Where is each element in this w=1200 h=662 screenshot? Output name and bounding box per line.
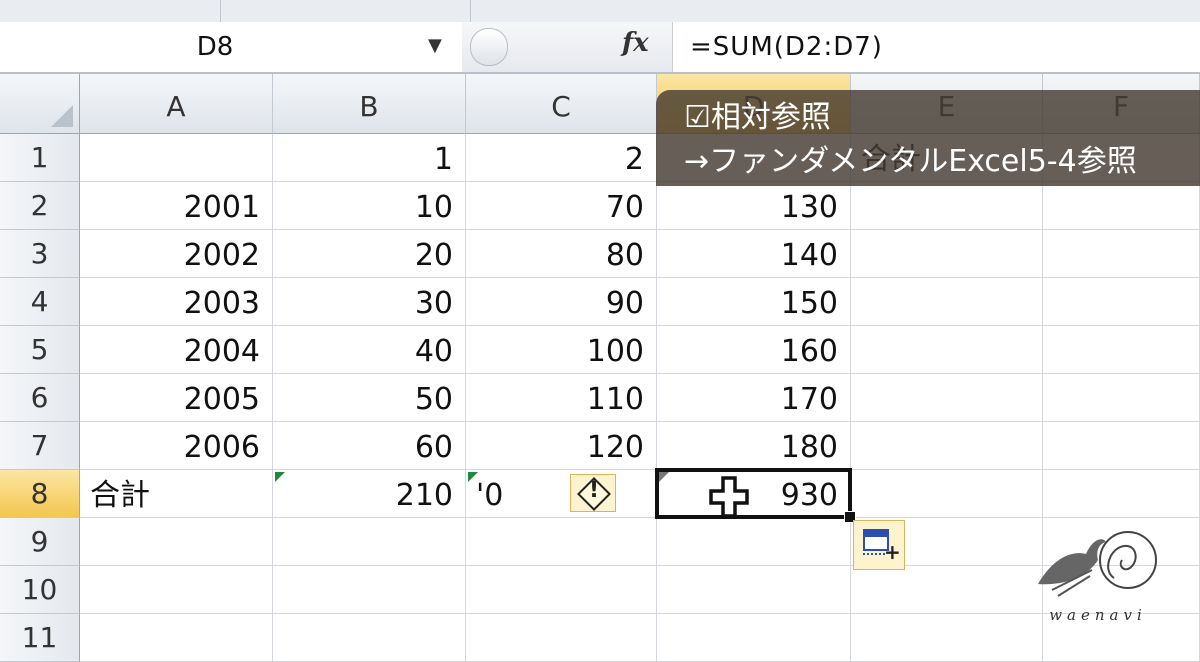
row-header-11[interactable]: 11 — [0, 614, 80, 662]
chevron-down-icon[interactable]: ▼ — [428, 35, 442, 56]
row-header-2[interactable]: 2 — [0, 182, 80, 230]
cell-e5[interactable] — [851, 326, 1043, 374]
cell-d2[interactable]: 130 — [657, 182, 851, 230]
watermark-logo: waenavi — [1018, 520, 1178, 630]
row-header-1[interactable]: 1 — [0, 134, 80, 182]
ribbon-bottom-edge — [0, 0, 1200, 23]
cell-b11[interactable] — [273, 614, 466, 662]
row-header-8[interactable]: 8 — [0, 470, 80, 518]
cell-a10[interactable] — [80, 566, 273, 614]
cell-e2[interactable] — [851, 182, 1043, 230]
cell-f6[interactable] — [1043, 374, 1200, 422]
cell-f4[interactable] — [1043, 278, 1200, 326]
cell-e8[interactable] — [851, 470, 1043, 518]
error-indicator-triangle — [659, 472, 669, 482]
error-indicator-triangle — [468, 472, 478, 482]
select-all-button[interactable] — [0, 74, 80, 134]
select-all-triangle-icon — [51, 105, 73, 127]
cell-f8[interactable] — [1043, 470, 1200, 518]
annotation-line-2: →ファンダメンタルExcel5-4参照 — [684, 144, 1137, 179]
cell-e11[interactable] — [851, 614, 1043, 662]
cell-c6[interactable]: 110 — [466, 374, 657, 422]
ribbon-separator — [220, 0, 221, 22]
cell-a5[interactable]: 2004 — [80, 326, 273, 374]
cell-b8[interactable]: 210 — [273, 470, 466, 518]
cell-f5[interactable] — [1043, 326, 1200, 374]
cell-d11[interactable] — [657, 614, 851, 662]
name-box[interactable]: D8 ▼ — [0, 22, 463, 72]
row-header-5[interactable]: 5 — [0, 326, 80, 374]
cell-f7[interactable] — [1043, 422, 1200, 470]
cell-f3[interactable] — [1043, 230, 1200, 278]
cell-b5[interactable]: 40 — [273, 326, 466, 374]
column-header-c[interactable]: C — [466, 74, 657, 134]
cell-b10[interactable] — [273, 566, 466, 614]
cell-a8[interactable]: 合計 — [80, 470, 273, 518]
cell-a6[interactable]: 2005 — [80, 374, 273, 422]
cell-e3[interactable] — [851, 230, 1043, 278]
error-check-options-button[interactable]: ! — [570, 474, 616, 512]
cell-d6[interactable]: 170 — [657, 374, 851, 422]
cell-b4[interactable]: 30 — [273, 278, 466, 326]
cell-a11[interactable] — [80, 614, 273, 662]
cell-a9[interactable] — [80, 518, 273, 566]
formula-bar: D8 ▼ fx =SUM(D2:D7) — [0, 22, 1200, 74]
annotation-line-1: ☑相対参照 — [684, 100, 831, 135]
resize-grip-icon[interactable] — [470, 28, 508, 66]
cell-b7[interactable]: 60 — [273, 422, 466, 470]
formula-bar-controls: fx — [462, 22, 673, 72]
cell-b1[interactable]: 1 — [273, 134, 466, 182]
cell-e10[interactable] — [851, 566, 1043, 614]
cell-e4[interactable] — [851, 278, 1043, 326]
column-header-b[interactable]: B — [273, 74, 466, 134]
cell-d9[interactable] — [657, 518, 851, 566]
cell-e7[interactable] — [851, 422, 1043, 470]
cell-c3[interactable]: 80 — [466, 230, 657, 278]
cell-a3[interactable]: 2002 — [80, 230, 273, 278]
active-cell-border — [655, 468, 852, 519]
row-header-4[interactable]: 4 — [0, 278, 80, 326]
cell-c5[interactable]: 100 — [466, 326, 657, 374]
ribbon-separator — [470, 0, 471, 22]
insert-function-icon[interactable]: fx — [622, 28, 649, 58]
cell-a4[interactable]: 2003 — [80, 278, 273, 326]
watermark-text: waenavi — [1049, 606, 1147, 624]
formula-input[interactable]: =SUM(D2:D7) — [690, 22, 883, 72]
annotation-overlay: ☑相対参照 →ファンダメンタルExcel5-4参照 — [656, 90, 1200, 186]
cell-b6[interactable]: 50 — [273, 374, 466, 422]
row-header-7[interactable]: 7 — [0, 422, 80, 470]
row-header-10[interactable]: 10 — [0, 566, 80, 614]
crane-logo-icon — [1038, 531, 1157, 597]
cell-b9[interactable] — [273, 518, 466, 566]
name-box-value[interactable]: D8 — [0, 22, 430, 72]
cell-d7[interactable]: 180 — [657, 422, 851, 470]
cell-b3[interactable]: 20 — [273, 230, 466, 278]
cell-d3[interactable]: 140 — [657, 230, 851, 278]
cell-d10[interactable] — [657, 566, 851, 614]
cell-d4[interactable]: 150 — [657, 278, 851, 326]
cell-c8[interactable]: '0 — [466, 470, 657, 518]
row-header-6[interactable]: 6 — [0, 374, 80, 422]
cell-d5[interactable]: 160 — [657, 326, 851, 374]
cell-c10[interactable] — [466, 566, 657, 614]
cell-c7[interactable]: 120 — [466, 422, 657, 470]
cell-select-cursor-icon — [709, 476, 749, 518]
cell-c1[interactable]: 2 — [466, 134, 657, 182]
cell-e6[interactable] — [851, 374, 1043, 422]
error-indicator-triangle — [275, 472, 285, 482]
cell-b2[interactable]: 10 — [273, 182, 466, 230]
row-header-3[interactable]: 3 — [0, 230, 80, 278]
row-header-9[interactable]: 9 — [0, 518, 80, 566]
cell-a1[interactable] — [80, 134, 273, 182]
cell-c9[interactable] — [466, 518, 657, 566]
cell-c11[interactable] — [466, 614, 657, 662]
column-header-a[interactable]: A — [80, 74, 273, 134]
cell-a7[interactable]: 2006 — [80, 422, 273, 470]
cell-c4[interactable]: 90 — [466, 278, 657, 326]
cell-c2[interactable]: 70 — [466, 182, 657, 230]
cell-a2[interactable]: 2001 — [80, 182, 273, 230]
auto-fill-options-button[interactable]: + — [853, 520, 905, 570]
cell-f2[interactable] — [1043, 182, 1200, 230]
